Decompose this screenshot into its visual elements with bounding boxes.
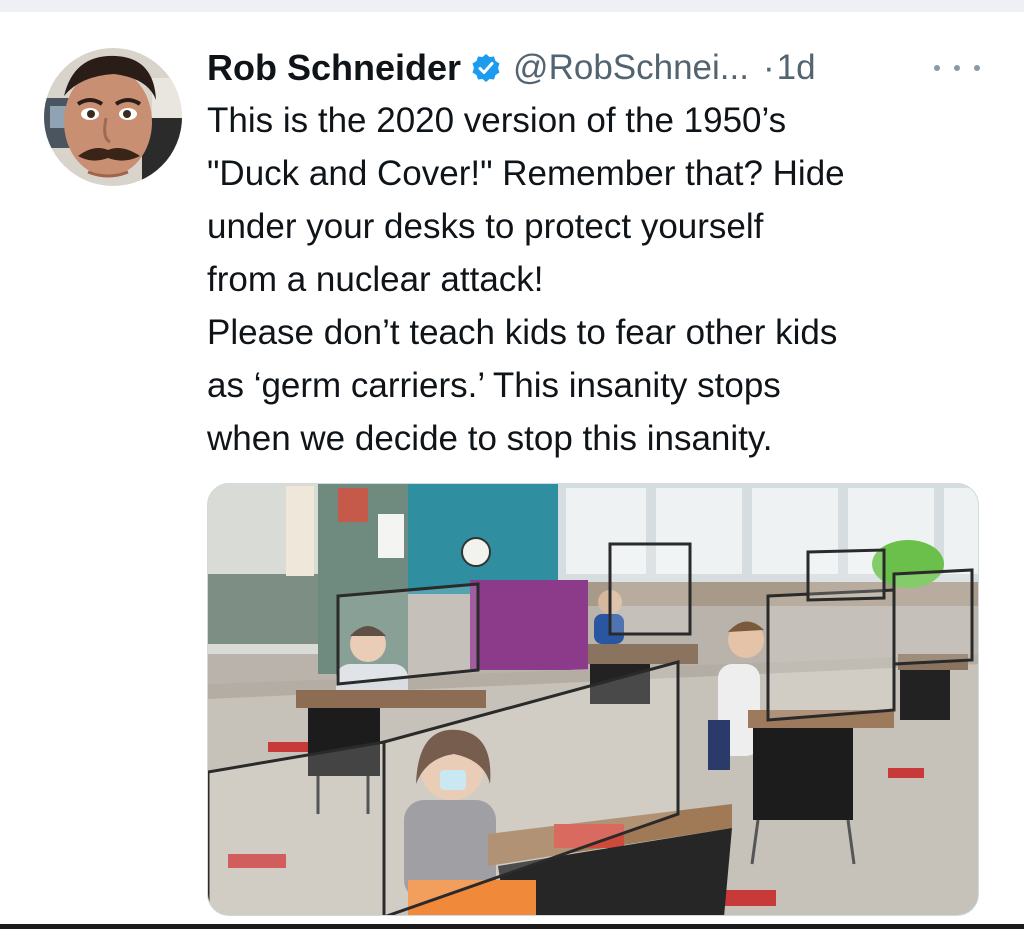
- tweet-text-line: under your desks to protect yourself: [207, 207, 764, 246]
- user-handle[interactable]: @RobSchnei...: [513, 48, 749, 88]
- bottom-divider: [0, 924, 1024, 929]
- avatar-photo: [44, 48, 182, 186]
- tweet-text-line: Please don’t teach kids to fear other ki…: [207, 313, 838, 352]
- tweet-text: This is the 2020 version of the 1950’s "…: [207, 94, 997, 465]
- tweet-screenshot: Rob Schneider @RobSchnei... · 1d This is…: [0, 0, 1024, 929]
- top-divider: [0, 0, 1024, 12]
- tweet-text-line: from a nuclear attack!: [207, 260, 544, 299]
- more-dot: [954, 65, 960, 71]
- verified-badge-icon: [471, 53, 501, 83]
- tweet-text-line: This is the 2020 version of the 1950’s: [207, 101, 787, 140]
- avatar[interactable]: [44, 48, 182, 186]
- timestamp[interactable]: 1d: [777, 48, 816, 88]
- tweet-text-line: "Duck and Cover!" Remember that? Hide: [207, 154, 845, 193]
- tweet-text-line: as ‘germ carriers.’ This insanity stops: [207, 366, 781, 405]
- more-options-icon[interactable]: [934, 56, 980, 80]
- tweet-header: Rob Schneider @RobSchnei... · 1d: [207, 44, 816, 92]
- display-name[interactable]: Rob Schneider: [207, 47, 461, 89]
- separator-dot: ·: [762, 48, 775, 87]
- more-dot: [974, 65, 980, 71]
- tweet-text-line: when we decide to stop this insanity.: [207, 419, 773, 458]
- classroom-photo: [208, 484, 978, 915]
- more-dot: [934, 65, 940, 71]
- tweet-media-photo[interactable]: [207, 483, 979, 916]
